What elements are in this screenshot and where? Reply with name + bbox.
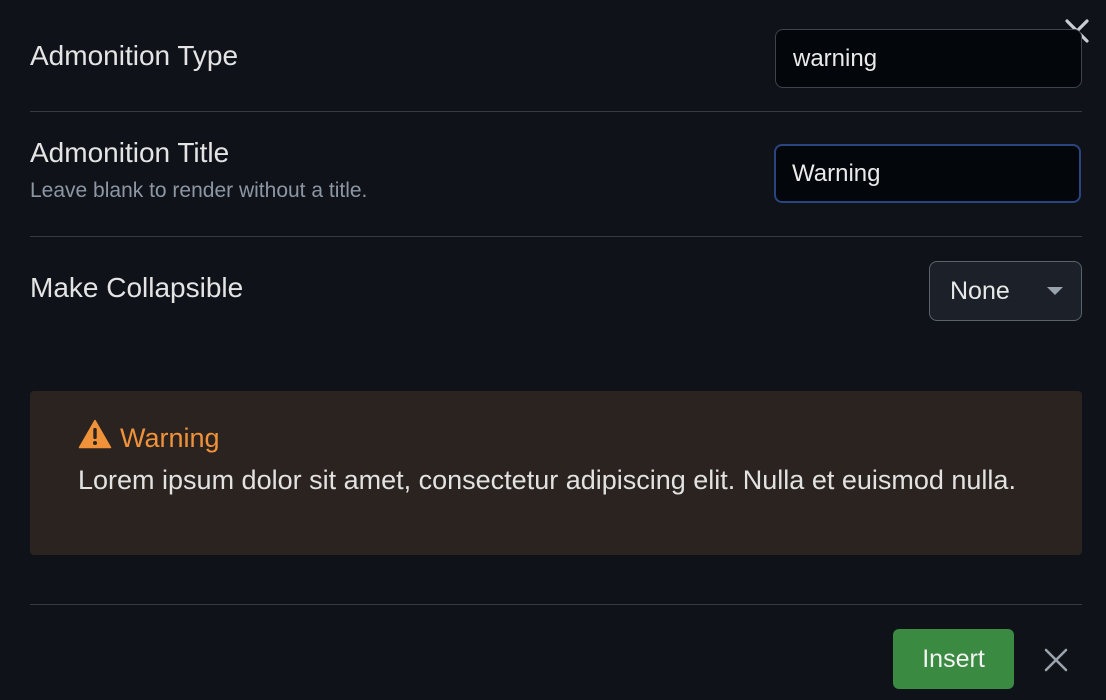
divider xyxy=(30,236,1082,237)
admonition-title-input[interactable] xyxy=(774,144,1081,203)
admonition-type-input[interactable] xyxy=(775,29,1082,88)
chevron-down-icon xyxy=(1047,287,1063,295)
admonition-dialog: Admonition Type Admonition Title Leave b… xyxy=(0,0,1106,700)
setting-name: Make Collapsible xyxy=(30,272,244,303)
collapsible-select-value: None xyxy=(950,276,1010,305)
preview-body: Lorem ipsum dolor sit amet, consectetur … xyxy=(78,465,1016,495)
divider xyxy=(30,111,1082,112)
divider xyxy=(30,604,1082,605)
preview-title: Warning xyxy=(78,419,1034,457)
collapsible-select[interactable]: None xyxy=(929,261,1082,321)
insert-button[interactable]: Insert xyxy=(893,629,1014,689)
admonition-preview: Warning Lorem ipsum dolor sit amet, cons… xyxy=(30,391,1082,555)
close-icon[interactable] xyxy=(1040,644,1072,676)
warning-triangle-icon xyxy=(78,419,112,457)
setting-make-collapsible: Make Collapsible xyxy=(30,272,1082,304)
preview-title-text: Warning xyxy=(120,423,220,453)
